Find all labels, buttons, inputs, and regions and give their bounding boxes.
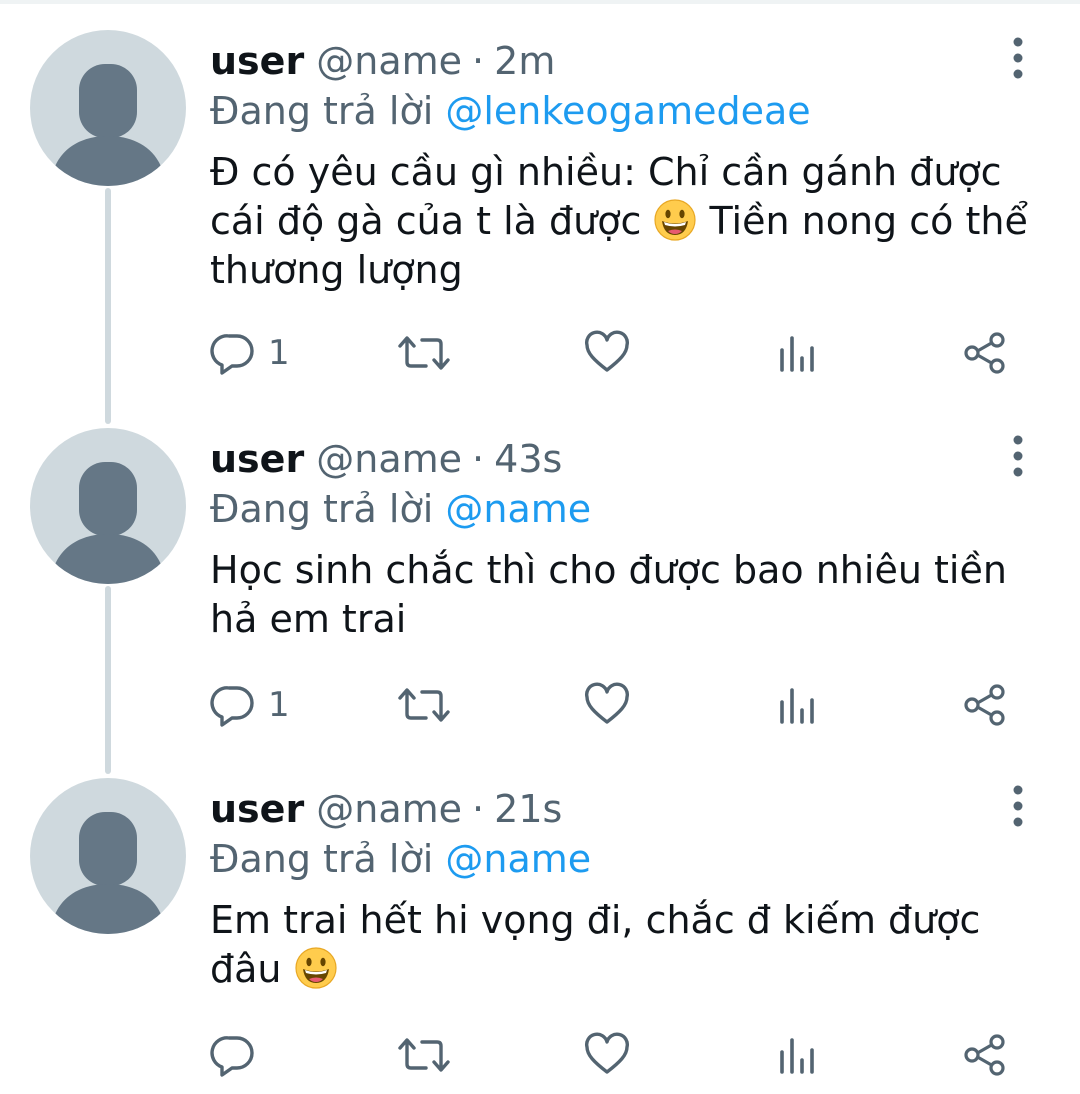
user-avatar[interactable]	[30, 428, 186, 584]
share-button[interactable]	[962, 328, 1008, 378]
like-button[interactable]	[584, 1030, 630, 1080]
user-handle[interactable]: @name	[316, 787, 462, 831]
grinning-face-emoji-icon	[294, 947, 337, 989]
analytics-button[interactable]	[774, 680, 820, 730]
more-options-button[interactable]	[1008, 784, 1028, 828]
default-avatar-icon	[50, 812, 166, 934]
reply-count: 1	[268, 333, 290, 373]
top-divider	[0, 0, 1080, 4]
replying-to-line: Đang trả lời @name	[210, 484, 1040, 534]
replying-label: Đang trả lời	[210, 487, 434, 531]
thread-connector	[105, 586, 111, 774]
replying-to-line: Đang trả lời @name	[210, 834, 1040, 884]
user-handle[interactable]: @name	[316, 437, 462, 481]
separator-dot: ·	[472, 437, 485, 481]
default-avatar-icon	[50, 64, 166, 186]
tweet-actions	[210, 1030, 1020, 1080]
analytics-button[interactable]	[774, 1030, 820, 1080]
analytics-icon	[780, 1038, 814, 1074]
reply-icon	[210, 1036, 254, 1077]
reply-button[interactable]	[210, 1030, 268, 1080]
retweet-icon	[398, 1038, 450, 1072]
share-icon	[964, 1034, 1005, 1076]
tweet-text: Đ có yêu cầu gì nhiều: Chỉ cần gánh được…	[210, 148, 1040, 295]
share-button[interactable]	[962, 1030, 1008, 1080]
more-options-button[interactable]	[1008, 36, 1028, 80]
separator-dot: ·	[472, 787, 485, 831]
tweet-header: user @name · 2m	[210, 36, 1040, 86]
tweet-actions: 1	[210, 328, 1020, 378]
reply-icon	[210, 334, 254, 375]
replying-label: Đang trả lời	[210, 89, 434, 133]
tweet-content: user @name · 2m Đang trả lời @lenkeogamede…	[210, 36, 1040, 295]
retweet-button[interactable]	[396, 328, 452, 378]
replying-to-mention[interactable]: @name	[445, 487, 591, 531]
share-icon	[964, 332, 1005, 374]
retweet-icon	[398, 688, 450, 722]
analytics-icon	[780, 336, 814, 372]
like-button[interactable]	[584, 328, 630, 378]
replying-to-mention[interactable]: @lenkeogamedeae	[445, 89, 810, 133]
tweet-time[interactable]: 2m	[494, 39, 555, 83]
replying-to-mention[interactable]: @name	[445, 837, 591, 881]
tweet-text: Em trai hết hi vọng đi, chắc đ kiếm được…	[210, 896, 1040, 994]
share-icon	[964, 684, 1005, 726]
like-icon	[585, 330, 629, 372]
reply-icon	[210, 686, 254, 727]
like-icon	[585, 682, 629, 724]
more-options-button[interactable]	[1008, 434, 1028, 478]
more-icon	[1013, 785, 1023, 827]
tweet-text: Học sinh chắc thì cho được bao nhiêu tiề…	[210, 546, 1040, 644]
reply-count: 1	[268, 685, 290, 725]
retweet-icon	[398, 336, 450, 370]
tweet-header: user @name · 43s	[210, 434, 1040, 484]
display-name[interactable]: user	[210, 39, 304, 83]
like-button[interactable]	[584, 680, 630, 730]
separator-dot: ·	[472, 39, 485, 83]
display-name[interactable]: user	[210, 787, 304, 831]
reply-button[interactable]: 1	[210, 680, 290, 730]
user-handle[interactable]: @name	[316, 39, 462, 83]
replying-to-line: Đang trả lời @lenkeogamedeae	[210, 86, 1040, 136]
retweet-button[interactable]	[396, 1030, 452, 1080]
replying-label: Đang trả lời	[210, 837, 434, 881]
tweet-actions: 1	[210, 680, 1020, 730]
like-icon	[585, 1032, 629, 1074]
display-name[interactable]: user	[210, 437, 304, 481]
user-avatar[interactable]	[30, 30, 186, 186]
user-avatar[interactable]	[30, 778, 186, 934]
retweet-button[interactable]	[396, 680, 452, 730]
tweet-time[interactable]: 43s	[494, 437, 562, 481]
more-icon	[1013, 37, 1023, 79]
grinning-face-emoji-icon	[654, 199, 697, 241]
tweet-content: user @name · 43s Đang trả lời @name Học si…	[210, 434, 1040, 644]
tweet-content: user @name · 21s Đang trả lời @name Em tra…	[210, 784, 1040, 994]
default-avatar-icon	[50, 462, 166, 584]
share-button[interactable]	[962, 680, 1008, 730]
tweet-header: user @name · 21s	[210, 784, 1040, 834]
analytics-icon	[780, 688, 814, 724]
thread-connector	[105, 188, 111, 424]
tweet-text-part: Học sinh chắc thì cho được bao nhiêu tiề…	[210, 548, 1007, 641]
tweet-time[interactable]: 21s	[494, 787, 562, 831]
analytics-button[interactable]	[774, 328, 820, 378]
reply-button[interactable]: 1	[210, 328, 290, 378]
more-icon	[1013, 435, 1023, 477]
